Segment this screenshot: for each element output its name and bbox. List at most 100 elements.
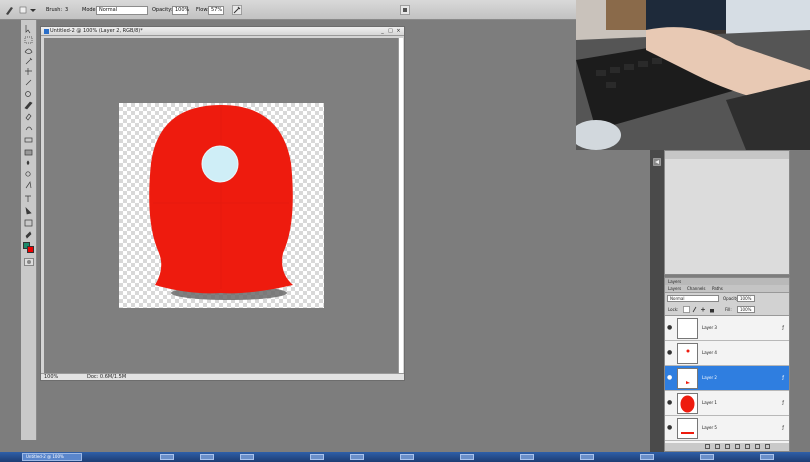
- rocket-window: [201, 145, 239, 183]
- trash-icon[interactable]: [765, 444, 770, 449]
- layer-row[interactable]: ● Layer 3 ƒ: [665, 316, 789, 341]
- path-selection-icon: [25, 206, 32, 215]
- tab-layers[interactable]: Layers: [668, 286, 681, 292]
- lock-pixels-icon: [692, 306, 697, 313]
- document-info[interactable]: Doc: 0.6M/1.5M: [87, 374, 126, 380]
- taskbar-item[interactable]: [640, 454, 654, 460]
- taskbar-item[interactable]: [520, 454, 534, 460]
- opacity-field[interactable]: 100%: [172, 6, 189, 15]
- taskbar-photoshop-window[interactable]: Untitled-2 @ 100%: [22, 453, 82, 461]
- document-title: Untitled-2 @ 100% (Layer 2, RGB/8)*: [50, 28, 143, 34]
- layer-style-icon[interactable]: ƒ: [782, 400, 784, 406]
- layer-opacity-field[interactable]: 100%: [737, 295, 755, 302]
- layer-style-icon[interactable]: ƒ: [782, 425, 784, 431]
- brush-label: Brush:: [46, 7, 63, 13]
- layer-list: ● Layer 3 ƒ ● Layer 4 ● Layer 2 ƒ ● Laye…: [665, 315, 789, 443]
- panel-dock-strip: [650, 150, 664, 462]
- healing-brush-icon: [25, 91, 31, 97]
- eye-icon[interactable]: ●: [667, 350, 673, 356]
- layer-row[interactable]: ● Layer 4: [665, 341, 789, 366]
- layer-style-icon[interactable]: ƒ: [782, 375, 784, 381]
- fill-field[interactable]: 100%: [737, 306, 755, 313]
- dock-collapse-icon[interactable]: [653, 158, 661, 166]
- new-group-icon[interactable]: [745, 444, 750, 449]
- clone-stamp-icon: [25, 113, 32, 121]
- document-title-bar[interactable]: Untitled-2 @ 100% (Layer 2, RGB/8)* _ □ …: [41, 27, 404, 36]
- taskbar-item[interactable]: [580, 454, 594, 460]
- taskbar-item[interactable]: [760, 454, 774, 460]
- layer-row[interactable]: ● Layer 1 ƒ: [665, 391, 789, 416]
- quick-mask-icon[interactable]: [24, 258, 34, 266]
- mode-select[interactable]: Normal: [96, 6, 148, 15]
- webcam-video-image: [576, 0, 810, 150]
- lock-icons[interactable]: [683, 306, 719, 313]
- add-style-icon[interactable]: [715, 444, 720, 449]
- blur-tool-icon: [26, 160, 30, 165]
- lock-all-icon: [710, 309, 714, 313]
- layers-panel-header-label: Layers: [668, 279, 682, 284]
- eraser-tool-icon: [24, 137, 33, 143]
- transparent-canvas[interactable]: [119, 103, 324, 308]
- airbrush-icon[interactable]: [232, 5, 242, 15]
- layers-tabs: Layers Channels Paths: [665, 285, 789, 293]
- taskbar: Untitled-2 @ 100%: [0, 452, 810, 462]
- taskbar-item[interactable]: [200, 454, 214, 460]
- webcam-overlay: [576, 0, 810, 150]
- navigator-tab-bar[interactable]: [665, 151, 789, 159]
- add-mask-icon[interactable]: [725, 444, 730, 449]
- layer-thumbnail: [677, 368, 698, 389]
- layers-panel: Layers Layers Channels Paths Normal Opac…: [664, 277, 790, 452]
- link-layers-icon[interactable]: [705, 444, 710, 449]
- layer-row[interactable]: ● Layer 5 ƒ: [665, 416, 789, 441]
- taskbar-item[interactable]: [310, 454, 324, 460]
- document-status-bar: 100% Doc: 0.6M/1.5M: [41, 373, 404, 380]
- red-fin-thumbnail: [686, 381, 690, 384]
- document-window: Untitled-2 @ 100% (Layer 2, RGB/8)* _ □ …: [40, 26, 405, 381]
- eye-icon[interactable]: ●: [667, 325, 673, 331]
- taskbar-item[interactable]: [400, 454, 414, 460]
- layer-row-active[interactable]: ● Layer 2 ƒ: [665, 366, 789, 391]
- crop-tool-icon: [25, 68, 32, 75]
- taskbar-item[interactable]: [700, 454, 714, 460]
- pen-tool-icon: [25, 181, 32, 189]
- rocket-artwork[interactable]: [119, 103, 324, 308]
- close-button[interactable]: ×: [395, 28, 402, 35]
- blend-mode-select[interactable]: Normal: [667, 295, 719, 302]
- tool-preset-picker[interactable]: [2, 3, 38, 17]
- magic-wand-icon: [25, 57, 33, 65]
- adjustment-layer-icon[interactable]: [735, 444, 740, 449]
- tool-icons: [24, 25, 33, 239]
- brush-tool-icon: [6, 6, 36, 15]
- eyedropper-tool-icon: [25, 231, 32, 239]
- layer-thumbnail: [677, 343, 698, 364]
- new-layer-icon[interactable]: [755, 444, 760, 449]
- zoom-level[interactable]: 100%: [44, 374, 58, 380]
- vertical-scrollbar[interactable]: [398, 38, 403, 373]
- shape-tool-icon: [24, 219, 33, 227]
- type-tool-icon: [25, 195, 31, 202]
- layer-name: Layer 3: [702, 325, 717, 330]
- eye-icon[interactable]: ●: [667, 375, 673, 381]
- eye-icon[interactable]: ●: [667, 425, 673, 431]
- layers-panel-header[interactable]: Layers: [665, 278, 789, 285]
- lock-transparent-icon: [683, 306, 690, 313]
- minimize-button[interactable]: _: [379, 28, 386, 35]
- red-bar-thumbnail: [681, 432, 694, 434]
- canvas-workspace[interactable]: [44, 38, 398, 373]
- palette-well-icon[interactable]: [400, 5, 410, 15]
- taskbar-item[interactable]: [160, 454, 174, 460]
- maximize-button[interactable]: □: [387, 28, 394, 35]
- taskbar-item[interactable]: [240, 454, 254, 460]
- taskbar-item[interactable]: [460, 454, 474, 460]
- taskbar-item[interactable]: [350, 454, 364, 460]
- eye-icon[interactable]: ●: [667, 400, 673, 406]
- move-tool-icon: [25, 25, 31, 34]
- background-color-swatch[interactable]: [27, 246, 34, 253]
- brush-size[interactable]: 3: [65, 6, 68, 15]
- layer-style-icon[interactable]: ƒ: [782, 325, 784, 331]
- flow-field[interactable]: 57%: [208, 6, 224, 15]
- layer-name: Layer 5: [702, 425, 717, 430]
- tab-channels[interactable]: Channels: [687, 286, 706, 292]
- options-bar: Brush: 3 Mode: Normal Opacity: 100% Flow…: [0, 0, 580, 20]
- tab-paths[interactable]: Paths: [712, 286, 723, 292]
